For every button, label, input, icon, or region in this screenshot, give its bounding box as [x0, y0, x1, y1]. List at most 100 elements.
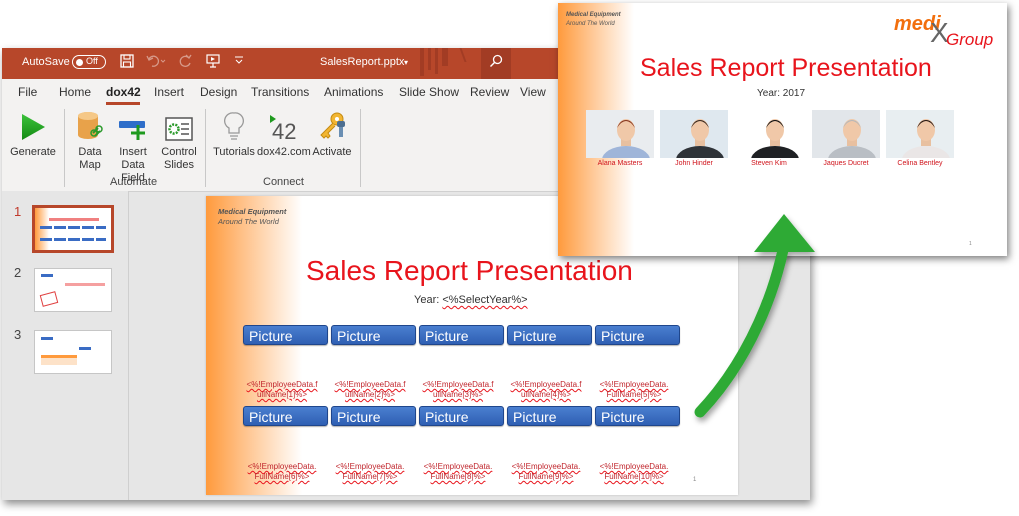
data-map-label-1: Data [78, 146, 102, 158]
employee-name-field[interactable]: <%!EmployeeData. FullName[10]%> [591, 462, 677, 482]
file-name[interactable]: SalesReport.pptx [320, 56, 404, 68]
undo-icon[interactable] [146, 54, 166, 72]
control-label-2: Slides [164, 159, 194, 171]
slide-title: Sales Report Presentation [640, 54, 932, 82]
employee-photo [735, 110, 803, 158]
employee-name-field[interactable]: <%!EmployeeData. FullName[9]%> [503, 462, 589, 482]
employee-name-field[interactable]: <%!EmployeeData. FullName[8]%> [415, 462, 501, 482]
logo-text-group: Group [946, 30, 994, 49]
picture-placeholder[interactable]: Picture [419, 325, 504, 345]
field-text: <%!EmployeeData. [247, 462, 317, 471]
picture-placeholder[interactable]: Picture [331, 406, 416, 426]
tab-slide-show[interactable]: Slide Show [399, 85, 459, 99]
picture-placeholder[interactable]: Picture [595, 406, 680, 426]
tab-view[interactable]: View [520, 85, 546, 99]
slide-thumbnail-2[interactable] [34, 268, 112, 312]
database-link-icon [70, 109, 110, 141]
employee-name: Steven Kim [751, 160, 787, 167]
group-label-connect: Connect [263, 176, 304, 188]
employee-name-field[interactable]: <%!EmployeeData.f ullName[1]%> [239, 380, 325, 400]
thumb-pictures-row [40, 238, 106, 241]
year-label: Year: [414, 294, 443, 306]
field-text: <%!EmployeeData. [599, 462, 669, 471]
tab-review[interactable]: Review [470, 85, 509, 99]
dox42-website-button[interactable]: 42 dox42.com [257, 109, 311, 159]
tutorials-label: Tutorials [213, 146, 255, 158]
field-text: <%!EmployeeData. [423, 462, 493, 471]
thumb-block [79, 347, 91, 350]
slide-number: 1 [14, 204, 22, 219]
control-slides-button[interactable]: Control Slides [156, 109, 202, 172]
tab-animations[interactable]: Animations [324, 85, 383, 99]
insert-data-field-button[interactable]: Insert Data Field [108, 109, 158, 185]
thumb-title-line [49, 218, 99, 221]
medixgroup-logo: medi X Group [894, 13, 993, 49]
tab-home[interactable]: Home [59, 85, 91, 99]
dox42-label: dox42.com [257, 146, 311, 158]
play-icon [8, 109, 58, 141]
year-line[interactable]: Year: <%SelectYear%> [414, 294, 528, 306]
keys-icon [309, 109, 355, 141]
slide-title[interactable]: Sales Report Presentation [306, 255, 633, 287]
slide-thumbnail-3[interactable] [34, 330, 112, 374]
field-text: FullName[10]%> [604, 472, 664, 481]
slide-number: 2 [14, 265, 22, 280]
employee-photo [886, 110, 954, 158]
field-text: FullName[7]%> [342, 472, 398, 481]
insert-field-icon [108, 109, 158, 141]
employee-name-field[interactable]: <%!EmployeeData.f ullName[2]%> [327, 380, 413, 400]
activate-button[interactable]: Activate [309, 109, 355, 159]
slide-thumbnail-1[interactable] [32, 205, 114, 253]
employee-photo [812, 110, 880, 158]
thumb-stamp [39, 291, 59, 307]
generate-label: Generate [10, 146, 56, 158]
employee-name-field[interactable]: <%!EmployeeData.f ullName[4]%> [503, 380, 589, 400]
lightbulb-icon [210, 109, 258, 141]
tab-insert[interactable]: Insert [154, 85, 184, 99]
employee-name-field[interactable]: <%!EmployeeData.f ullName[3]%> [415, 380, 501, 400]
page-number: 1 [969, 241, 972, 247]
employee-name-field[interactable]: <%!EmployeeData. FullName[7]%> [327, 462, 413, 482]
present-icon[interactable] [206, 54, 220, 72]
customize-icon[interactable] [234, 54, 244, 72]
generate-button[interactable]: Generate [8, 109, 58, 159]
employee-photo [586, 110, 654, 158]
picture-placeholder[interactable]: Picture [419, 406, 504, 426]
autosave-toggle[interactable]: Off [72, 55, 106, 69]
slide-thumbnails-pane: 1 2 3 [2, 191, 129, 500]
employee-name: Celina Bentley [897, 160, 943, 167]
svg-text:42: 42 [272, 119, 296, 141]
data-map-button[interactable]: Data Map [70, 109, 110, 172]
picture-placeholder[interactable]: Picture [243, 325, 328, 345]
search-icon[interactable] [489, 54, 503, 72]
redo-icon[interactable] [178, 54, 192, 72]
tab-file[interactable]: File [18, 85, 37, 99]
autosave-state: Off [86, 56, 98, 66]
field-text: <%!EmployeeData.f [334, 380, 406, 389]
tab-dox42[interactable]: dox42 [106, 85, 141, 99]
tab-transitions[interactable]: Transitions [251, 85, 309, 99]
thumb-pictures-row [40, 226, 106, 229]
field-text: ullName[2]%> [344, 390, 396, 399]
picture-placeholder[interactable]: Picture [243, 406, 328, 426]
tab-design[interactable]: Design [200, 85, 237, 99]
tutorials-button[interactable]: Tutorials [210, 109, 258, 159]
activate-label: Activate [312, 146, 352, 158]
year-field: <%SelectYear%> [442, 294, 528, 306]
field-text: <%!EmployeeData. [599, 380, 669, 389]
picture-placeholder[interactable]: Picture [507, 325, 592, 345]
save-icon[interactable] [120, 54, 134, 72]
thumb-title-line [65, 283, 105, 286]
autosave-label: AutoSave [22, 56, 70, 68]
file-name-caret[interactable]: ▾ [404, 58, 408, 67]
picture-placeholder[interactable]: Picture [507, 406, 592, 426]
employee-name-field[interactable]: <%!EmployeeData. FullName[5]%> [591, 380, 677, 400]
picture-placeholder[interactable]: Picture [595, 325, 680, 345]
employee-name-field[interactable]: <%!EmployeeData. FullName[6]%> [239, 462, 325, 482]
thumb-gradient [35, 208, 49, 250]
green-arrow-icon [694, 214, 815, 418]
picture-placeholder[interactable]: Picture [331, 325, 416, 345]
thumb-block [41, 337, 53, 340]
field-text: <%!EmployeeData.f [510, 380, 582, 389]
company-line-2: Around The World [218, 217, 279, 226]
